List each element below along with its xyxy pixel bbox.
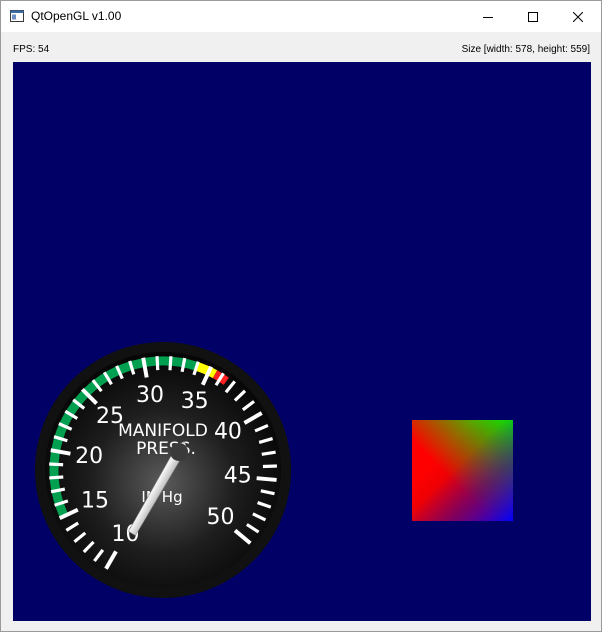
app-window-icon xyxy=(10,10,24,22)
gauge-title-line1: MANIFOLD xyxy=(118,421,208,441)
gauge-tick xyxy=(155,356,160,371)
maximize-button[interactable] xyxy=(510,1,556,32)
gauge-tick xyxy=(256,476,277,482)
fps-label: FPS: 54 xyxy=(13,44,50,55)
window-title: QtOpenGL v1.00 xyxy=(31,9,122,23)
scale-label-35: 35 xyxy=(181,389,209,414)
scale-label-45: 45 xyxy=(224,464,252,489)
status-row: FPS: 54 Size [width: 578, height: 559] xyxy=(1,32,601,62)
scale-label-50: 50 xyxy=(206,505,234,530)
app-window: QtOpenGL v1.00 FPS: 54 Size [width: 578,… xyxy=(0,0,602,632)
scale-label-20: 20 xyxy=(75,444,103,469)
opengl-viewport[interactable]: 10 15 20 25 30 35 40 45 50 MANIFOLD PRES… xyxy=(13,62,591,621)
rgb-gradient-quad xyxy=(412,420,513,521)
maximize-icon xyxy=(528,11,538,22)
minimize-icon xyxy=(483,16,493,18)
scale-label-30: 30 xyxy=(136,383,164,408)
scale-label-15: 15 xyxy=(81,489,109,514)
close-icon xyxy=(573,11,583,22)
manifold-pressure-gauge: 10 15 20 25 30 35 40 45 50 MANIFOLD PRES… xyxy=(35,342,291,598)
gauge-tick xyxy=(49,462,64,467)
scale-label-40: 40 xyxy=(214,420,242,445)
close-button[interactable] xyxy=(555,1,601,32)
viewport-size-label: Size [width: 578, height: 559] xyxy=(461,44,590,55)
minimize-button[interactable] xyxy=(465,1,511,32)
gauge-tick xyxy=(168,356,173,371)
gauge-tick xyxy=(49,475,64,480)
gauge-tick xyxy=(261,450,276,456)
title-bar[interactable]: QtOpenGL v1.00 xyxy=(1,1,601,32)
